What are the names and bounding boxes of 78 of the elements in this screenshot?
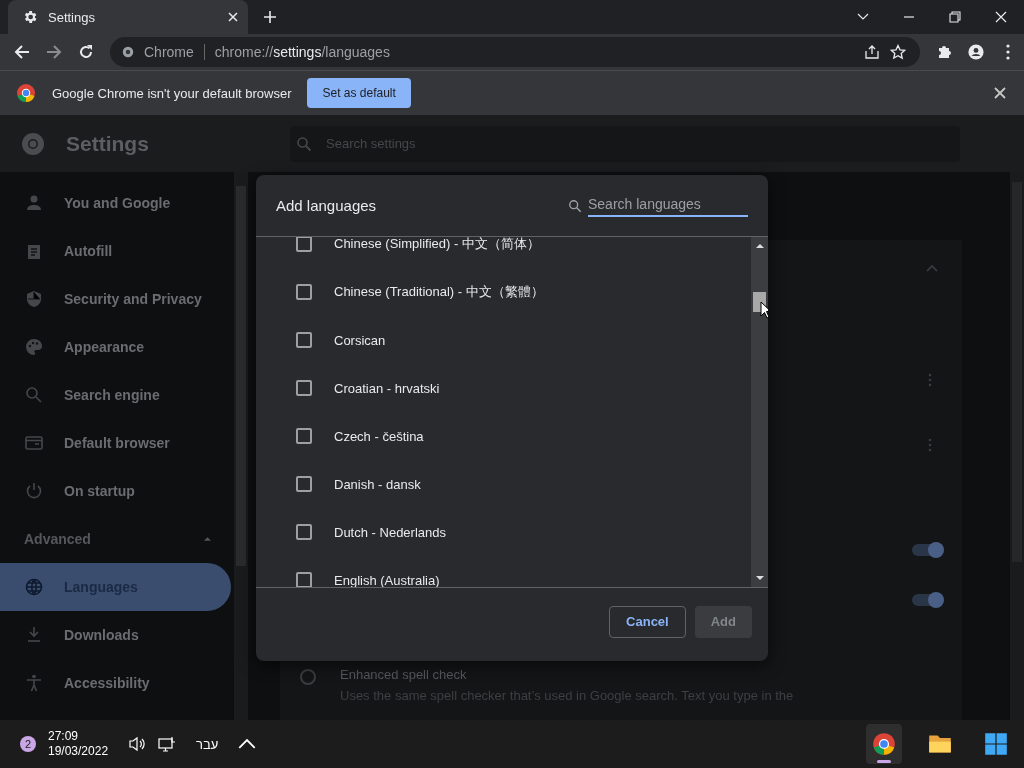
power-icon [24, 481, 44, 501]
chrome-logo-icon [16, 83, 36, 103]
scroll-down-icon[interactable] [755, 576, 764, 581]
browser-icon [24, 433, 44, 453]
address-bar[interactable]: Chrome chrome://settings/languages [110, 37, 920, 67]
notification-badge[interactable]: 2 [20, 736, 36, 752]
scrollbar[interactable] [751, 237, 768, 587]
puzzle-icon[interactable] [936, 44, 952, 60]
palette-icon [24, 337, 44, 357]
language-label: Chinese (Traditional) - 中文（繁體） [334, 283, 544, 301]
site-label: Chrome [144, 44, 194, 60]
globe-icon [24, 577, 44, 597]
option-title: Enhanced spell check [340, 667, 468, 682]
checkbox[interactable] [296, 380, 312, 396]
forward-icon[interactable] [46, 44, 62, 60]
language-label: Czech - čeština [334, 428, 424, 444]
toggle-switch[interactable] [912, 594, 942, 606]
search-icon [24, 385, 44, 405]
caret-icon [203, 536, 212, 542]
person-icon [24, 193, 44, 213]
close-icon[interactable] [994, 87, 1006, 99]
checkbox[interactable] [296, 332, 312, 348]
chrome-logo-icon [872, 732, 896, 756]
back-icon[interactable] [14, 44, 30, 60]
star-icon[interactable] [890, 44, 906, 60]
checkbox[interactable] [296, 572, 312, 587]
checkbox[interactable] [296, 237, 312, 252]
language-label: Dutch - Nederlands [334, 524, 446, 540]
language-label: English (Australia) [334, 572, 440, 587]
search-icon [296, 135, 312, 152]
clock-time: 27:09 [48, 729, 80, 744]
scroll-up-icon[interactable] [755, 243, 764, 248]
tab-title: Settings [48, 9, 96, 25]
chrome-logo-icon [122, 46, 134, 58]
profile-icon[interactable] [968, 44, 984, 60]
radio-button[interactable] [300, 669, 316, 685]
sidebar-item[interactable]: Autofill [0, 227, 231, 275]
restore-icon[interactable] [949, 11, 961, 23]
language-indicator[interactable]: עבר [196, 736, 219, 752]
windows-logo-icon [984, 732, 1008, 756]
language-label: Chinese (Simplified) - 中文（简体） [334, 237, 540, 253]
set-default-button[interactable]: Set as default [307, 78, 411, 108]
cancel-button[interactable]: Cancel [609, 605, 686, 638]
url-text: chrome://settings/languages [214, 44, 390, 60]
toggle-switch[interactable] [912, 544, 942, 556]
advanced-section-toggle[interactable]: Advanced [0, 515, 234, 563]
taskbar-app[interactable] [866, 724, 902, 764]
language-label: Corsican [334, 332, 386, 348]
new-tab-icon[interactable] [264, 11, 276, 23]
gear-icon [22, 9, 38, 25]
dialog-title: Add languages [276, 197, 377, 214]
checkbox[interactable] [296, 524, 312, 540]
browser-tab[interactable]: Settings [8, 0, 248, 34]
speaker-icon[interactable] [128, 736, 147, 752]
checkbox[interactable] [296, 476, 312, 492]
checkbox[interactable] [296, 428, 312, 444]
language-label: Danish - dansk [334, 476, 421, 492]
reload-icon[interactable] [78, 44, 94, 60]
sidebar-item[interactable]: Default browser [0, 419, 231, 467]
chrome-logo-icon [21, 131, 45, 156]
language-label: Croatian - hrvatski [334, 380, 440, 396]
share-icon[interactable] [864, 44, 880, 60]
clock-date: 19/03/2022 [48, 744, 109, 759]
sidebar-item[interactable]: Appearance [0, 323, 231, 371]
settings-title: Settings [66, 131, 149, 156]
sidebar-item[interactable]: Search engine [0, 371, 231, 419]
checkbox[interactable] [296, 284, 312, 300]
sidebar-item[interactable]: Downloads [0, 611, 231, 659]
sidebar-item[interactable]: You and Google [0, 179, 231, 227]
infobar-message: Google Chrome isn't your default browser [52, 85, 292, 101]
search-icon [568, 198, 582, 213]
monitor-icon[interactable] [158, 736, 177, 752]
sidebar-item[interactable]: On startup [0, 467, 231, 515]
accessibility-icon [24, 673, 44, 693]
search-field[interactable]: Search languages [588, 194, 748, 217]
sidebar-item[interactable]: Accessibility [0, 659, 231, 707]
shield-icon [24, 289, 44, 309]
sidebar-item[interactable]: Security and Privacy [0, 275, 231, 323]
